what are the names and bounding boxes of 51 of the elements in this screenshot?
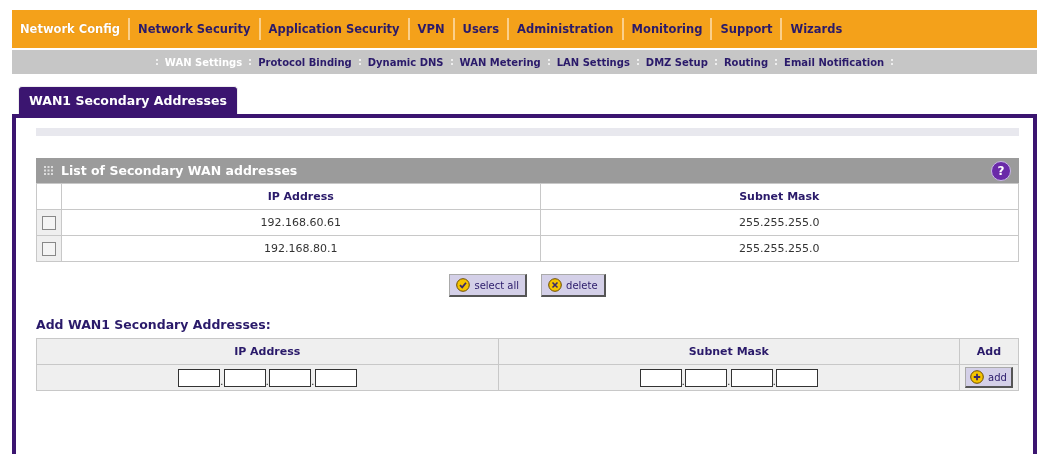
column-header: Add [959,338,1019,365]
octet-input[interactable] [639,368,682,387]
nav-tab[interactable]: Monitoring [621,18,711,40]
select-all-button[interactable]: select all [449,274,528,297]
plus-icon [970,370,985,384]
octet-separator: . [681,375,685,387]
octet-input[interactable] [269,368,311,387]
octet-separator: . [727,375,731,387]
nav-tab[interactable]: Wizards [780,18,851,40]
sub-nav-link[interactable]: LAN Settings [556,56,630,68]
table-cell: 192.168.80.1 [61,235,540,262]
sub-nav-link[interactable]: Dynamic DNS [367,56,444,68]
delete-button[interactable]: delete [541,274,606,297]
column-header: IP Address [61,183,540,210]
page-tab[interactable]: WAN1 Secondary Addresses [18,86,238,114]
sub-nav-link[interactable]: DMZ Setup [645,56,708,68]
column-header: Subnet Mask [540,183,1019,210]
nav-tab[interactable]: VPN [407,18,453,40]
add-button[interactable]: add [965,367,1013,388]
table-cell: 255.255.255.0 [540,209,1019,236]
octet-separator: . [220,375,224,387]
row-checkbox[interactable] [42,241,56,256]
column-header: Subnet Mask [498,338,960,365]
close-icon [548,278,563,292]
nav-tab[interactable]: Network Security [128,18,259,40]
octet-input[interactable] [730,368,773,387]
row-checkbox[interactable] [42,215,56,230]
table-cell: 192.168.60.61 [61,209,540,236]
octet-input[interactable] [223,368,266,387]
nav-tab[interactable]: Application Security [258,18,408,40]
octet-input[interactable] [776,368,818,387]
section-title: List of Secondary WAN addresses [61,163,299,178]
nav-tab[interactable]: Administration [507,18,622,40]
octet-input[interactable] [178,368,220,387]
octet-separator: . [772,375,776,387]
octet-separator: . [311,375,315,387]
sub-nav-link[interactable]: Routing [723,56,769,68]
help-button[interactable]: ? [991,160,1011,181]
sub-nav-link[interactable]: Protocol Binding [258,56,352,68]
octet-input[interactable] [685,368,727,387]
nav-tab[interactable]: Users [452,18,508,40]
column-header: IP Address [36,338,498,365]
section-title: Add WAN1 Secondary Addresses: [36,317,272,332]
checkmark-icon [456,278,471,292]
octet-separator: . [265,375,269,387]
octet-input[interactable] [314,368,357,387]
grid-icon [44,166,53,175]
sub-nav-link[interactable]: WAN Metering [459,56,541,68]
nav-tab[interactable]: Support [710,18,781,40]
sub-nav-link[interactable]: Email Notification [784,56,885,68]
table-cell: 255.255.255.0 [540,235,1019,262]
